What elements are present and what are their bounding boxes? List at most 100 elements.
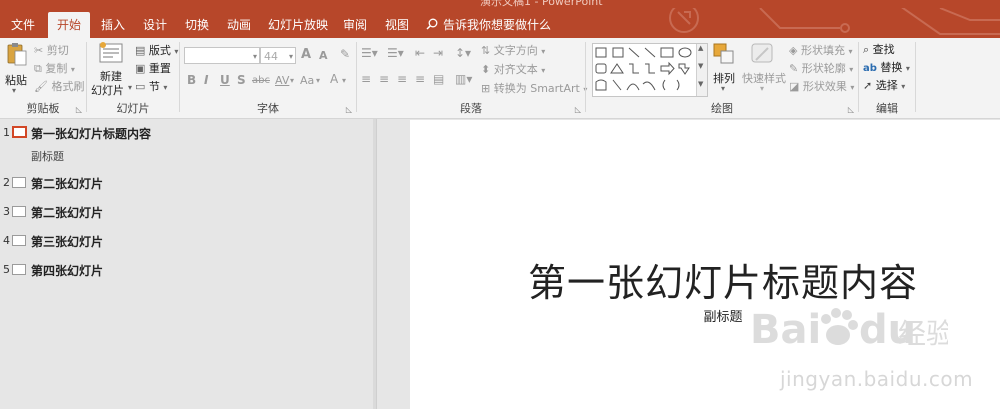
tab-insert[interactable]: 插入 bbox=[96, 12, 130, 38]
tab-view[interactable]: 视图 bbox=[380, 12, 414, 38]
slide-item[interactable]: 3 第二张幻灯片 bbox=[0, 202, 373, 222]
dialog-launcher-icon[interactable]: ◺ bbox=[76, 105, 82, 114]
slide-item[interactable]: 2 第二张幻灯片 bbox=[0, 173, 373, 193]
shadow-button[interactable]: S bbox=[237, 73, 246, 87]
tab-design[interactable]: 设计 bbox=[138, 12, 172, 38]
change-case-button[interactable]: Aa bbox=[300, 74, 314, 87]
increase-indent-icon[interactable]: ⇥ bbox=[433, 46, 443, 60]
grow-font-button[interactable]: A bbox=[301, 47, 311, 62]
arrange-button[interactable]: 排列 ▾ bbox=[710, 42, 740, 98]
clipboard-group: 粘贴 ▾ ✂ 剪切 ⧉ 复制 ▾ 🖌 格式刷 剪贴板 ◺ bbox=[0, 38, 86, 118]
align-right-icon[interactable]: ≡ bbox=[397, 72, 407, 86]
find-button[interactable]: ⌕ 查找 bbox=[863, 41, 895, 57]
font-name-combo[interactable]: ▾ bbox=[184, 47, 260, 64]
drawing-group: ▲ ▼ ▼ 排列 ▾ 快速样式 ▾ ◈ 形状填充 ▾ ✎ 形状轮廓 ▾ ◪ 形状… bbox=[586, 38, 858, 118]
gallery-scrollbar[interactable]: ▲ ▼ ▼ bbox=[696, 44, 707, 96]
slide-canvas[interactable]: 第一张幻灯片标题内容 副标题 bbox=[410, 120, 1000, 409]
copy-button[interactable]: ⧉ 复制 ▾ bbox=[34, 60, 75, 76]
chevron-down-icon: ▾ bbox=[849, 65, 854, 74]
distributed-icon[interactable]: ▤ bbox=[433, 72, 444, 86]
slide-item[interactable]: 1 第一张幻灯片标题内容 bbox=[0, 123, 373, 143]
tab-transitions[interactable]: 切换 bbox=[180, 12, 214, 38]
new-slide-button[interactable]: 新建 幻灯片 ▾ bbox=[91, 42, 133, 97]
shape-effects-button[interactable]: ◪ 形状效果 ▾ bbox=[789, 78, 854, 94]
paste-button[interactable]: 粘贴 ▾ bbox=[4, 42, 30, 95]
replace-icon: ab bbox=[863, 63, 877, 74]
align-text-label: 对齐文本 bbox=[493, 63, 538, 76]
tab-review[interactable]: 审阅 bbox=[338, 12, 372, 38]
font-size-combo[interactable]: 44 ▾ bbox=[260, 47, 296, 64]
scissors-icon: ✂ bbox=[34, 44, 44, 57]
align-left-icon[interactable]: ≡ bbox=[361, 72, 371, 86]
dialog-launcher-icon[interactable]: ◺ bbox=[848, 105, 854, 114]
italic-button[interactable]: I bbox=[204, 73, 208, 87]
char-spacing-button[interactable]: AV bbox=[275, 74, 289, 87]
bold-button[interactable]: B bbox=[187, 73, 196, 87]
slide-subtitle: 副标题 bbox=[31, 150, 64, 163]
section-label: 节 bbox=[148, 80, 160, 93]
tab-slideshow[interactable]: 幻灯片放映 bbox=[266, 12, 330, 38]
baidu-watermark-logo: Bai du 经验 bbox=[750, 307, 948, 353]
columns-icon[interactable]: ▥▾ bbox=[455, 72, 472, 86]
numbering-icon[interactable]: ☰▾ bbox=[387, 46, 404, 60]
group-label-slides: 幻灯片 bbox=[116, 102, 150, 115]
underline-button[interactable]: U bbox=[220, 73, 230, 87]
section-button[interactable]: ▭ 节 ▾ bbox=[135, 78, 167, 94]
tab-animations[interactable]: 动画 bbox=[222, 12, 256, 38]
cut-button[interactable]: ✂ 剪切 bbox=[34, 42, 69, 58]
slide-number: 3 bbox=[3, 205, 10, 218]
slide-item[interactable]: 4 第三张幻灯片 bbox=[0, 231, 373, 251]
shapes-gallery[interactable]: ▲ ▼ ▼ bbox=[592, 43, 708, 97]
chevron-down-icon: ▾ bbox=[721, 84, 726, 93]
tell-me-placeholder: 告诉我你想要做什么 bbox=[443, 18, 552, 32]
tab-home[interactable]: 开始 bbox=[48, 12, 90, 38]
align-text-button[interactable]: ⬍ 对齐文本 ▾ bbox=[481, 61, 545, 77]
format-painter-label: 格式刷 bbox=[51, 80, 85, 93]
dialog-launcher-icon[interactable]: ◺ bbox=[346, 105, 352, 114]
shrink-font-button[interactable]: A bbox=[319, 49, 328, 62]
reset-button[interactable]: ▣ 重置 bbox=[135, 60, 171, 76]
slide-title: 第二张幻灯片 bbox=[31, 177, 104, 191]
decrease-indent-icon[interactable]: ⇤ bbox=[415, 46, 425, 60]
convert-smartart-button[interactable]: ⊞ 转换为 SmartArt ▾ bbox=[481, 80, 587, 96]
select-button[interactable]: ➚ 选择 ▾ bbox=[863, 77, 905, 93]
quick-styles-button[interactable]: 快速样式 ▾ bbox=[742, 42, 786, 98]
replace-button[interactable]: ab 替换 ▾ bbox=[863, 59, 910, 75]
format-painter-button[interactable]: 🖌 格式刷 bbox=[34, 78, 84, 94]
shape-outline-button[interactable]: ✎ 形状轮廓 ▾ bbox=[789, 60, 853, 76]
shape-fill-button[interactable]: ◈ 形状填充 ▾ bbox=[789, 42, 852, 58]
smartart-icon: ⊞ bbox=[481, 82, 491, 95]
watermark-url: jingyan.baidu.com bbox=[780, 367, 974, 391]
slide-thumbnail-icon bbox=[12, 206, 26, 217]
group-label-drawing: 绘图 bbox=[711, 102, 733, 115]
text-direction-label: 文字方向 bbox=[493, 44, 538, 57]
strikethrough-button[interactable]: abc bbox=[252, 75, 270, 86]
slide-number: 1 bbox=[3, 126, 10, 139]
reset-label: 重置 bbox=[148, 62, 171, 75]
text-direction-button[interactable]: ⇅ 文字方向 ▾ bbox=[481, 42, 545, 58]
pane-splitter[interactable] bbox=[373, 119, 377, 409]
window-title: 演示文稿1 - PowerPoint bbox=[480, 0, 603, 8]
slide-title: 第三张幻灯片 bbox=[31, 235, 104, 249]
pen-icon: ✎ bbox=[789, 62, 799, 75]
font-color-icon[interactable]: A bbox=[330, 72, 338, 86]
shape-fill-label: 形状填充 bbox=[800, 44, 845, 57]
chevron-down-icon: ▾ bbox=[290, 76, 295, 85]
justify-icon[interactable]: ≡ bbox=[415, 72, 425, 86]
dialog-launcher-icon[interactable]: ◺ bbox=[575, 105, 581, 114]
slides-group: 新建 幻灯片 ▾ ▤ 版式 ▾ ▣ 重置 ▭ 节 ▾ 幻灯片 bbox=[87, 38, 179, 118]
layout-button[interactable]: ▤ 版式 ▾ bbox=[135, 42, 178, 58]
ribbon-tab-bar: 文件 开始 插入 设计 切换 动画 幻灯片放映 审阅 视图 告诉我你想要做什么 bbox=[0, 8, 1000, 38]
layout-icon: ▤ bbox=[135, 44, 146, 57]
cut-label: 剪切 bbox=[46, 44, 69, 57]
align-center-icon[interactable]: ≡ bbox=[379, 72, 389, 86]
slide-item[interactable]: 5 第四张幻灯片 bbox=[0, 260, 373, 280]
font-group: ▾ 44 ▾ A A ✎ B I U S abc AV ▾ Aa ▾ A ▾ 字… bbox=[180, 38, 356, 118]
clear-format-icon[interactable]: ✎ bbox=[340, 47, 350, 61]
line-spacing-icon[interactable]: ↕▾ bbox=[455, 46, 471, 60]
slide-thumbnail-icon bbox=[12, 126, 27, 138]
group-label-paragraph: 段落 bbox=[460, 102, 482, 115]
chevron-down-icon: ▾ bbox=[163, 83, 168, 92]
bullets-icon[interactable]: ☰▾ bbox=[361, 46, 378, 60]
tab-file[interactable]: 文件 bbox=[6, 12, 40, 38]
